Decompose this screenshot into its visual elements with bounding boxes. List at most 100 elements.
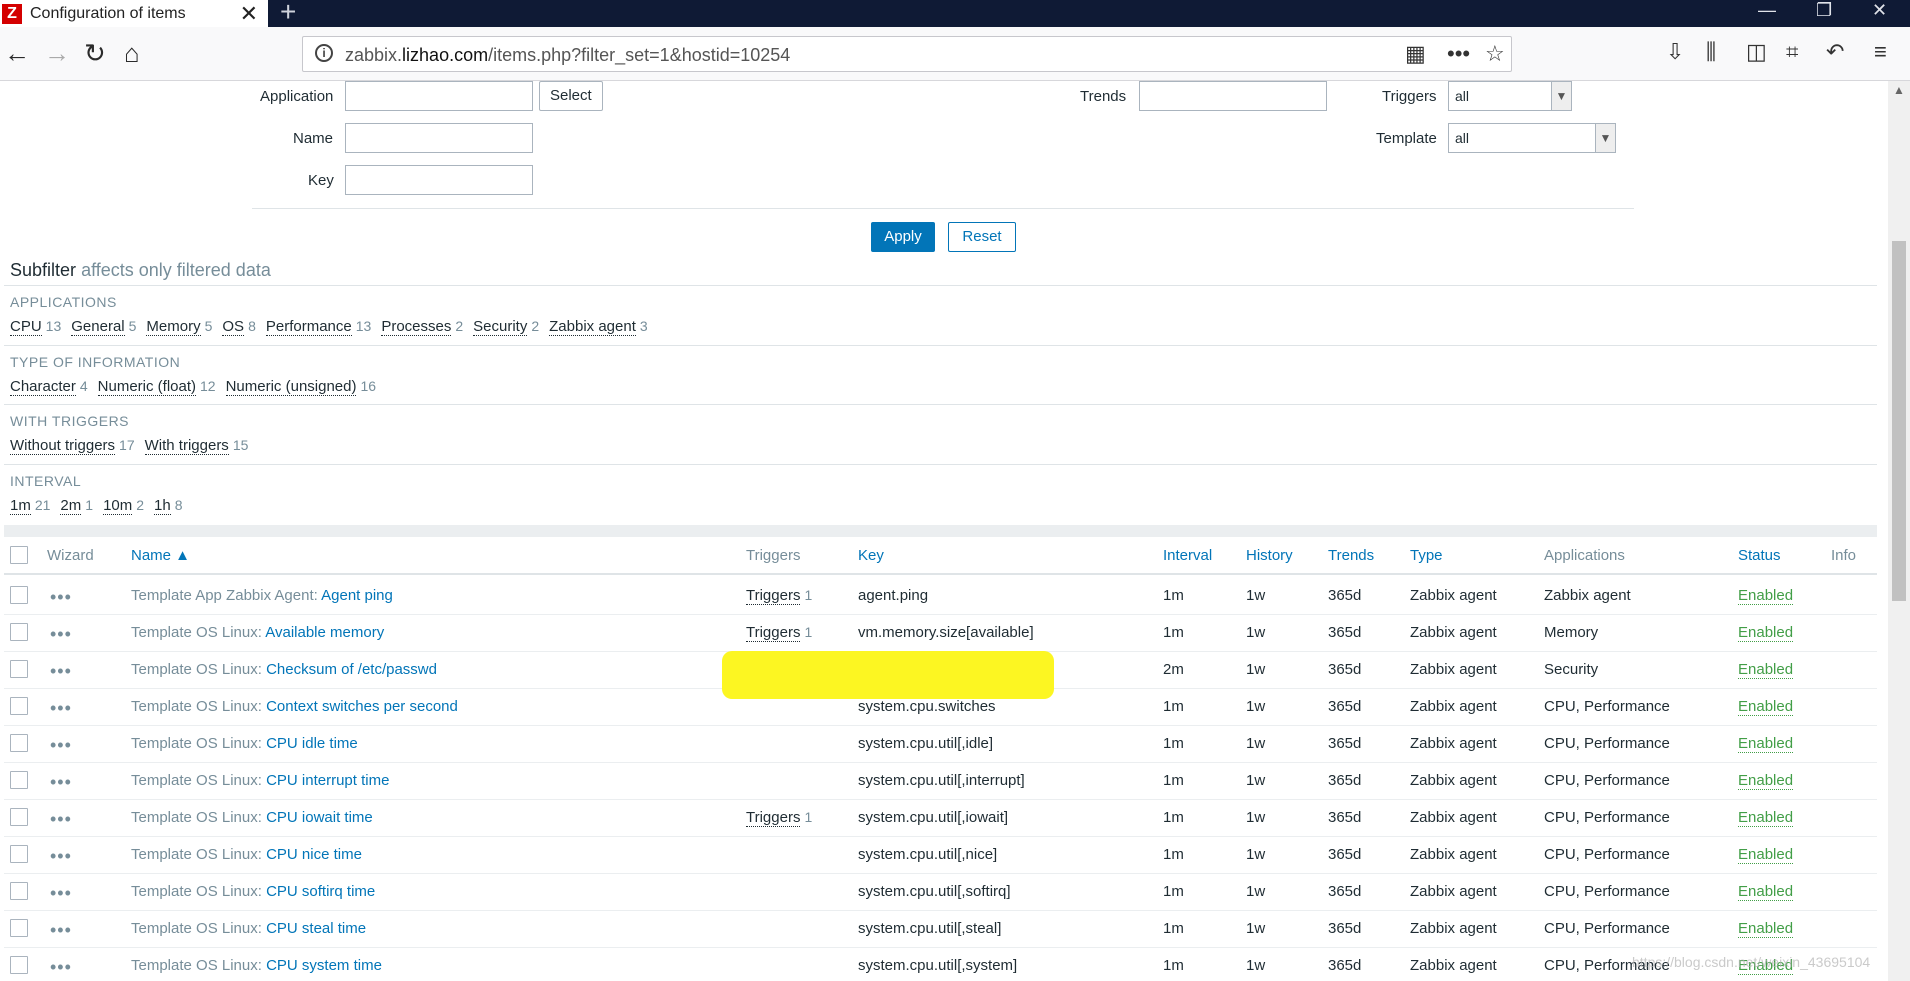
- site-info-icon[interactable]: i: [315, 44, 333, 62]
- subfilter-link[interactable]: Processes: [381, 318, 452, 336]
- template-link[interactable]: Template OS Linux:: [131, 661, 262, 678]
- sidebar-icon[interactable]: ◫: [1746, 39, 1767, 65]
- wizard-menu-icon[interactable]: •••: [50, 920, 72, 941]
- template-link[interactable]: Template OS Linux:: [131, 698, 262, 715]
- subfilter-link[interactable]: Zabbix agent: [549, 318, 636, 336]
- qr-code-icon[interactable]: ▦: [1405, 41, 1426, 67]
- template-link[interactable]: Template OS Linux:: [131, 624, 262, 641]
- row-checkbox[interactable]: [10, 845, 28, 863]
- apply-button[interactable]: Apply: [871, 222, 935, 252]
- wizard-menu-icon[interactable]: •••: [50, 661, 72, 682]
- triggers-link[interactable]: Triggers: [746, 624, 801, 642]
- subfilter-link[interactable]: CPU: [10, 318, 42, 336]
- template-link[interactable]: Template OS Linux:: [131, 809, 262, 826]
- col-interval[interactable]: Interval: [1163, 547, 1212, 564]
- status-toggle[interactable]: Enabled: [1738, 883, 1794, 901]
- col-key[interactable]: Key: [858, 547, 884, 564]
- subfilter-link[interactable]: 10m: [103, 497, 133, 515]
- subfilter-link[interactable]: With triggers: [144, 437, 229, 455]
- item-name-link[interactable]: CPU interrupt time: [266, 772, 389, 789]
- bookmark-star-icon[interactable]: ☆: [1485, 41, 1505, 67]
- minimize-icon[interactable]: —: [1758, 0, 1776, 21]
- wizard-menu-icon[interactable]: •••: [50, 735, 72, 756]
- col-status[interactable]: Status: [1738, 547, 1781, 564]
- col-name[interactable]: Name ▲: [131, 547, 190, 564]
- subfilter-link[interactable]: Security: [473, 318, 528, 336]
- item-name-link[interactable]: CPU steal time: [266, 920, 366, 937]
- pocket-icon[interactable]: ⇩: [1666, 39, 1684, 65]
- status-toggle[interactable]: Enabled: [1738, 698, 1794, 716]
- status-toggle[interactable]: Enabled: [1738, 624, 1794, 642]
- template-link[interactable]: Template OS Linux:: [131, 735, 262, 752]
- wizard-menu-icon[interactable]: •••: [50, 883, 72, 904]
- reload-icon[interactable]: ↻: [84, 39, 106, 67]
- item-name-link[interactable]: CPU system time: [266, 957, 382, 974]
- wizard-menu-icon[interactable]: •••: [50, 698, 72, 719]
- template-link[interactable]: Template OS Linux:: [131, 920, 262, 937]
- triggers-select[interactable]: all ▼: [1448, 81, 1572, 111]
- item-name-link[interactable]: Available memory: [265, 624, 384, 641]
- screenshot-icon[interactable]: ⌗: [1786, 39, 1798, 65]
- subfilter-link[interactable]: General: [71, 318, 125, 336]
- item-name-link[interactable]: CPU softirq time: [266, 883, 375, 900]
- home-icon[interactable]: ⌂: [124, 39, 140, 67]
- subfilter-link[interactable]: Memory: [146, 318, 201, 336]
- col-trends[interactable]: Trends: [1328, 547, 1374, 564]
- application-input[interactable]: [345, 81, 533, 111]
- page-actions-icon[interactable]: •••: [1447, 41, 1470, 67]
- subfilter-link[interactable]: 1m: [10, 497, 31, 515]
- select-button[interactable]: Select: [539, 81, 603, 111]
- reset-button[interactable]: Reset: [948, 222, 1016, 252]
- row-checkbox[interactable]: [10, 734, 28, 752]
- row-checkbox[interactable]: [10, 882, 28, 900]
- item-name-link[interactable]: Checksum of /etc/passwd: [266, 661, 437, 678]
- template-select[interactable]: all ▼: [1448, 123, 1616, 153]
- scroll-up-icon[interactable]: ▲: [1893, 83, 1905, 97]
- subfilter-link[interactable]: 1h: [154, 497, 171, 515]
- undo-icon[interactable]: ↶: [1826, 39, 1844, 65]
- library-icon[interactable]: ⫼: [1706, 39, 1716, 65]
- subfilter-link[interactable]: Numeric (float): [97, 378, 197, 396]
- window-close-icon[interactable]: ✕: [1872, 0, 1887, 21]
- status-toggle[interactable]: Enabled: [1738, 846, 1794, 864]
- subfilter-link[interactable]: Character: [10, 378, 76, 396]
- col-type[interactable]: Type: [1410, 547, 1443, 564]
- browser-tab[interactable]: Z Configuration of items ✕: [0, 0, 268, 27]
- key-input[interactable]: [345, 165, 533, 195]
- restore-icon[interactable]: ❐: [1816, 0, 1832, 21]
- row-checkbox[interactable]: [10, 660, 28, 678]
- menu-icon[interactable]: ≡: [1874, 39, 1887, 65]
- status-toggle[interactable]: Enabled: [1738, 587, 1794, 605]
- status-toggle[interactable]: Enabled: [1738, 735, 1794, 753]
- scroll-thumb[interactable]: [1892, 241, 1906, 601]
- wizard-menu-icon[interactable]: •••: [50, 624, 72, 645]
- url-text[interactable]: zabbix.lizhao.com/items.php?filter_set=1…: [345, 45, 790, 66]
- subfilter-link[interactable]: OS: [222, 318, 245, 336]
- item-name-link[interactable]: Agent ping: [321, 587, 393, 604]
- subfilter-link[interactable]: Performance: [265, 318, 352, 336]
- triggers-link[interactable]: Triggers: [746, 809, 801, 827]
- subfilter-link[interactable]: Numeric (unsigned): [225, 378, 357, 396]
- new-tab-icon[interactable]: +: [280, 0, 296, 28]
- row-checkbox[interactable]: [10, 586, 28, 604]
- row-checkbox[interactable]: [10, 771, 28, 789]
- item-name-link[interactable]: Context switches per second: [266, 698, 458, 715]
- template-link[interactable]: Template OS Linux:: [131, 883, 262, 900]
- wizard-menu-icon[interactable]: •••: [50, 846, 72, 867]
- forward-icon[interactable]: →: [44, 39, 70, 67]
- row-checkbox[interactable]: [10, 808, 28, 826]
- page-scrollbar[interactable]: ▲: [1888, 81, 1910, 981]
- template-link[interactable]: Template App Zabbix Agent:: [131, 587, 318, 604]
- trends-input[interactable]: [1139, 81, 1327, 111]
- item-name-link[interactable]: CPU iowait time: [266, 809, 373, 826]
- status-toggle[interactable]: Enabled: [1738, 661, 1794, 679]
- item-name-link[interactable]: CPU nice time: [266, 846, 362, 863]
- status-toggle[interactable]: Enabled: [1738, 920, 1794, 938]
- template-link[interactable]: Template OS Linux:: [131, 846, 262, 863]
- col-history[interactable]: History: [1246, 547, 1293, 564]
- row-checkbox[interactable]: [10, 919, 28, 937]
- tab-close-icon[interactable]: ✕: [240, 1, 258, 27]
- url-bar[interactable]: i zabbix.lizhao.com/items.php?filter_set…: [302, 36, 1512, 72]
- subfilter-link[interactable]: Without triggers: [10, 437, 116, 455]
- wizard-menu-icon[interactable]: •••: [50, 809, 72, 830]
